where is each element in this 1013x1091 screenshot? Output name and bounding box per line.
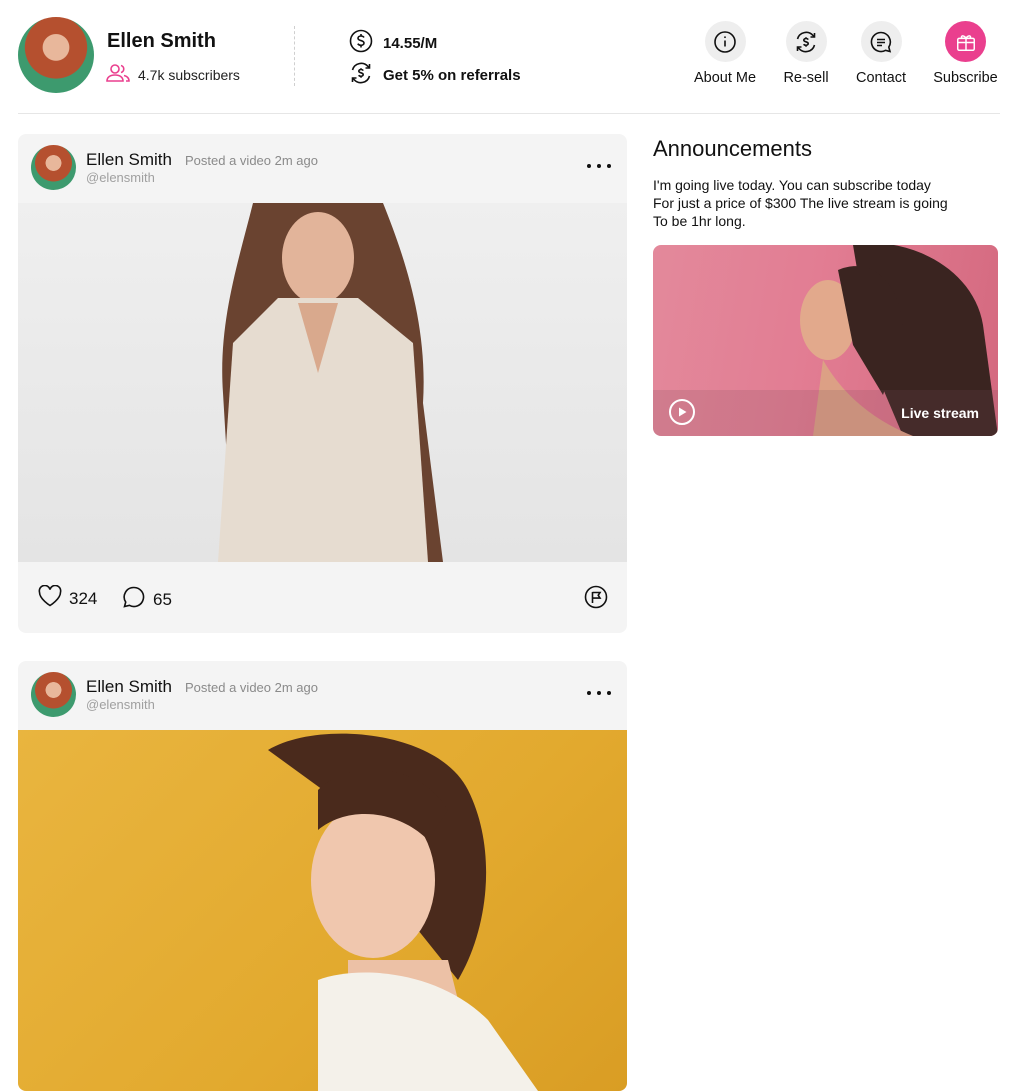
header-separator	[18, 113, 1000, 114]
contact-label: Contact	[856, 70, 906, 86]
profile-header: Ellen Smith 4.7k subscribers 14.55/M Get…	[0, 0, 1013, 114]
info-icon	[704, 21, 746, 62]
post-meta: Posted a video 2m ago	[185, 680, 318, 695]
post-media[interactable]	[18, 203, 627, 562]
report-button[interactable]	[584, 585, 608, 614]
post-header: Ellen Smith Posted a video 2m ago @elens…	[18, 134, 627, 203]
referral-offer[interactable]: Get 5% on referrals	[349, 61, 521, 89]
announcements-title: Announcements	[653, 136, 812, 161]
refresh-dollar-icon	[349, 61, 373, 89]
like-button[interactable]: 324	[38, 584, 98, 612]
about-me-label: About Me	[693, 70, 757, 86]
more-options-icon[interactable]	[587, 691, 611, 695]
comment-count: 65	[153, 589, 172, 609]
gift-icon	[945, 21, 986, 62]
post-header: Ellen Smith Posted a video 2m ago @elens…	[18, 661, 627, 730]
referral-text: Get 5% on referrals	[383, 66, 521, 84]
comment-button[interactable]: 65	[122, 585, 172, 614]
subscriber-count: 4.7k subscribers	[106, 63, 240, 86]
live-stream-card[interactable]: Live stream	[653, 245, 998, 436]
post-author-avatar[interactable]	[31, 145, 76, 190]
price-text: 14.55/M	[383, 34, 438, 52]
play-icon[interactable]	[669, 399, 695, 425]
dollar-icon	[349, 29, 373, 57]
post-author-name[interactable]: Ellen Smith	[86, 150, 172, 170]
announcement-line: For just a price of $300 The live stream…	[653, 195, 948, 211]
post-author-name[interactable]: Ellen Smith	[86, 677, 172, 697]
post-meta: Posted a video 2m ago	[185, 153, 318, 168]
resell-label: Re-sell	[783, 70, 829, 86]
post-author-handle: @elensmith	[86, 697, 155, 712]
more-options-icon[interactable]	[587, 164, 611, 168]
like-count: 324	[69, 588, 98, 608]
live-stream-label: Live stream	[901, 405, 979, 421]
contact-button[interactable]: Contact	[854, 21, 908, 86]
subscribe-label: Subscribe	[933, 70, 998, 86]
post-author-avatar[interactable]	[31, 672, 76, 717]
subscription-price: 14.55/M	[349, 29, 437, 57]
post-actions: 324 65	[18, 562, 627, 633]
post-author-handle: @elensmith	[86, 170, 155, 185]
post-card: Ellen Smith Posted a video 2m ago @elens…	[18, 134, 627, 633]
chat-icon	[860, 21, 902, 62]
heart-icon	[38, 584, 62, 612]
resell-icon	[785, 21, 827, 62]
comment-icon	[122, 585, 146, 614]
post-card: Ellen Smith Posted a video 2m ago @elens…	[18, 661, 627, 1091]
announcement-line: I'm going live today. You can subscribe …	[653, 177, 931, 193]
resell-button[interactable]: Re-sell	[782, 21, 830, 86]
flag-icon	[584, 585, 608, 614]
post-media[interactable]	[18, 730, 627, 1091]
users-icon	[106, 63, 130, 86]
about-me-button[interactable]: About Me	[692, 21, 758, 86]
announcement-text: I'm going live today. You can subscribe …	[653, 176, 998, 230]
announcement-line: To be 1hr long.	[653, 213, 746, 229]
subscribe-button[interactable]: Subscribe	[931, 21, 1000, 86]
creator-avatar[interactable]	[18, 17, 94, 93]
live-stream-bar: Live stream	[653, 390, 998, 436]
creator-name: Ellen Smith	[107, 30, 216, 52]
subscriber-count-text: 4.7k subscribers	[138, 66, 240, 83]
header-divider	[294, 26, 295, 86]
